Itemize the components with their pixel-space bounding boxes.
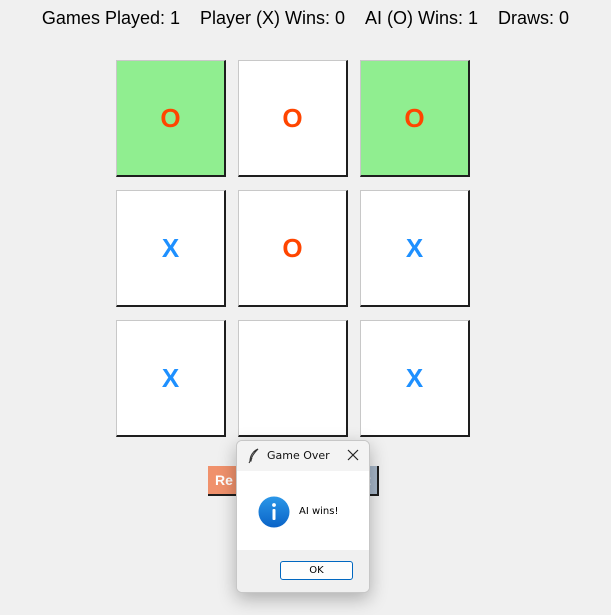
- scoreboard: Games Played: 1 Player (X) Wins: 0 AI (O…: [0, 8, 611, 34]
- close-icon[interactable]: [345, 447, 361, 463]
- dialog-message: AI wins!: [299, 506, 339, 517]
- restart-button[interactable]: Re: [208, 466, 238, 496]
- draws-label: Draws: 0: [498, 8, 570, 28]
- ai-wins-label: AI (O) Wins: 1: [365, 8, 479, 28]
- dialog-title: Game Over: [267, 449, 330, 462]
- cell-6[interactable]: X: [116, 320, 226, 437]
- feather-icon: [248, 448, 259, 464]
- player-wins-label: Player (X) Wins: 0: [200, 8, 346, 28]
- games-played-label: Games Played: 1: [41, 8, 180, 28]
- cell-0[interactable]: O: [116, 60, 226, 177]
- dialog-titlebar[interactable]: Game Over: [237, 441, 369, 471]
- dialog-body: AI wins!: [237, 471, 369, 550]
- cell-8[interactable]: X: [360, 320, 470, 437]
- cell-7[interactable]: [238, 320, 348, 437]
- ok-button[interactable]: OK: [280, 561, 353, 580]
- dialog-footer: OK: [237, 550, 369, 592]
- cell-3[interactable]: X: [116, 190, 226, 307]
- cell-4[interactable]: O: [238, 190, 348, 307]
- cell-5[interactable]: X: [360, 190, 470, 307]
- game-over-dialog: Game Over AI wins! OK: [236, 440, 370, 593]
- cell-2[interactable]: O: [360, 60, 470, 177]
- cell-1[interactable]: O: [238, 60, 348, 177]
- game-board: O O O X O X X X: [116, 60, 472, 440]
- info-icon: [258, 496, 290, 528]
